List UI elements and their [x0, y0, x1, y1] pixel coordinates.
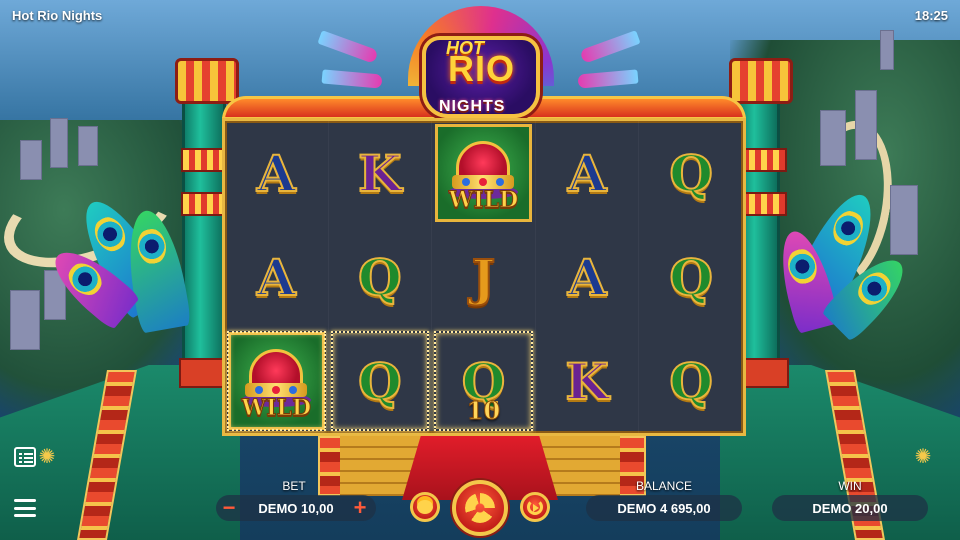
win-display: DEMO 20,00 [772, 495, 928, 521]
building [10, 290, 40, 350]
win-value: DEMO 20,00 [812, 500, 888, 516]
paytable-icon [14, 447, 36, 467]
spin-icon [465, 493, 495, 523]
left-pillar [175, 58, 239, 388]
building [50, 118, 68, 168]
line-win-amount: 10 [466, 396, 501, 426]
reel-cell: K [329, 121, 433, 225]
reel-cell: K [536, 329, 640, 433]
reel-grid: A K WILD A Q A Q J A Q WILD Q Q 10 K Q [222, 118, 746, 436]
building [20, 140, 42, 180]
status-bar: Hot Rio Nights 18:25 [0, 0, 960, 30]
coins-icon [417, 500, 433, 514]
bet-value: DEMO 10,00 [258, 500, 334, 516]
bet-settings-button[interactable] [410, 492, 440, 522]
symbol-a: A [256, 247, 297, 308]
building [820, 110, 846, 166]
reel-cell: Q [639, 225, 743, 329]
symbol-j: J [471, 247, 497, 308]
logo-rio: RIO [448, 48, 516, 89]
win-label: WIN [838, 479, 862, 493]
pillar-cap [729, 58, 793, 104]
symbol-k: K [357, 143, 402, 204]
menu-icon [14, 499, 36, 517]
reel-cell: WILD [225, 329, 329, 433]
balance-label: BALANCE [635, 479, 693, 493]
building [855, 90, 877, 160]
paytable-button[interactable] [12, 446, 38, 468]
reel-cell: J [432, 225, 536, 329]
clock: 18:25 [914, 7, 948, 23]
reel-cell: Q [329, 329, 433, 433]
symbol-q: Q [668, 143, 714, 204]
win-highlight [227, 331, 326, 431]
reel-cell: Q [329, 225, 433, 329]
reel-cell: A [225, 121, 329, 225]
menu-button[interactable] [12, 497, 38, 519]
reel-cell: A [536, 121, 640, 225]
building [78, 126, 98, 166]
balance-value: DEMO 4 695,00 [617, 500, 711, 516]
logo-nights: NIGHTS [439, 98, 506, 115]
bet-increase-button[interactable]: + [349, 497, 371, 519]
bet-decrease-button[interactable]: − [218, 497, 240, 519]
reel-cell: WILD [432, 121, 536, 225]
bet-label: BET [282, 479, 306, 493]
spin-button[interactable] [452, 480, 508, 536]
symbol-k: K [564, 351, 609, 412]
symbol-q: Q [357, 247, 403, 308]
building [890, 185, 918, 255]
symbol-a: A [567, 247, 608, 308]
reel-cell: Q [639, 121, 743, 225]
reel-cell: Q [639, 329, 743, 433]
wild-label: WILD [448, 187, 519, 214]
pillar-cap [175, 58, 239, 104]
autoplay-icon [527, 499, 543, 515]
game-title: Hot Rio Nights [12, 7, 103, 23]
emblem-icon: ✺ [914, 445, 932, 468]
symbol-q: Q [668, 247, 714, 308]
win-highlight [330, 331, 430, 431]
symbol-q: Q [668, 351, 714, 412]
reel-cell: A [225, 225, 329, 329]
reel-cell: Q 10 [432, 329, 536, 433]
building [880, 30, 894, 70]
symbol-a: A [567, 143, 608, 204]
autoplay-button[interactable] [520, 492, 550, 522]
symbol-a: A [256, 143, 297, 204]
balance-display: DEMO 4 695,00 [586, 495, 742, 521]
wild-symbol: WILD [435, 124, 532, 222]
reel-cell: A [536, 225, 640, 329]
